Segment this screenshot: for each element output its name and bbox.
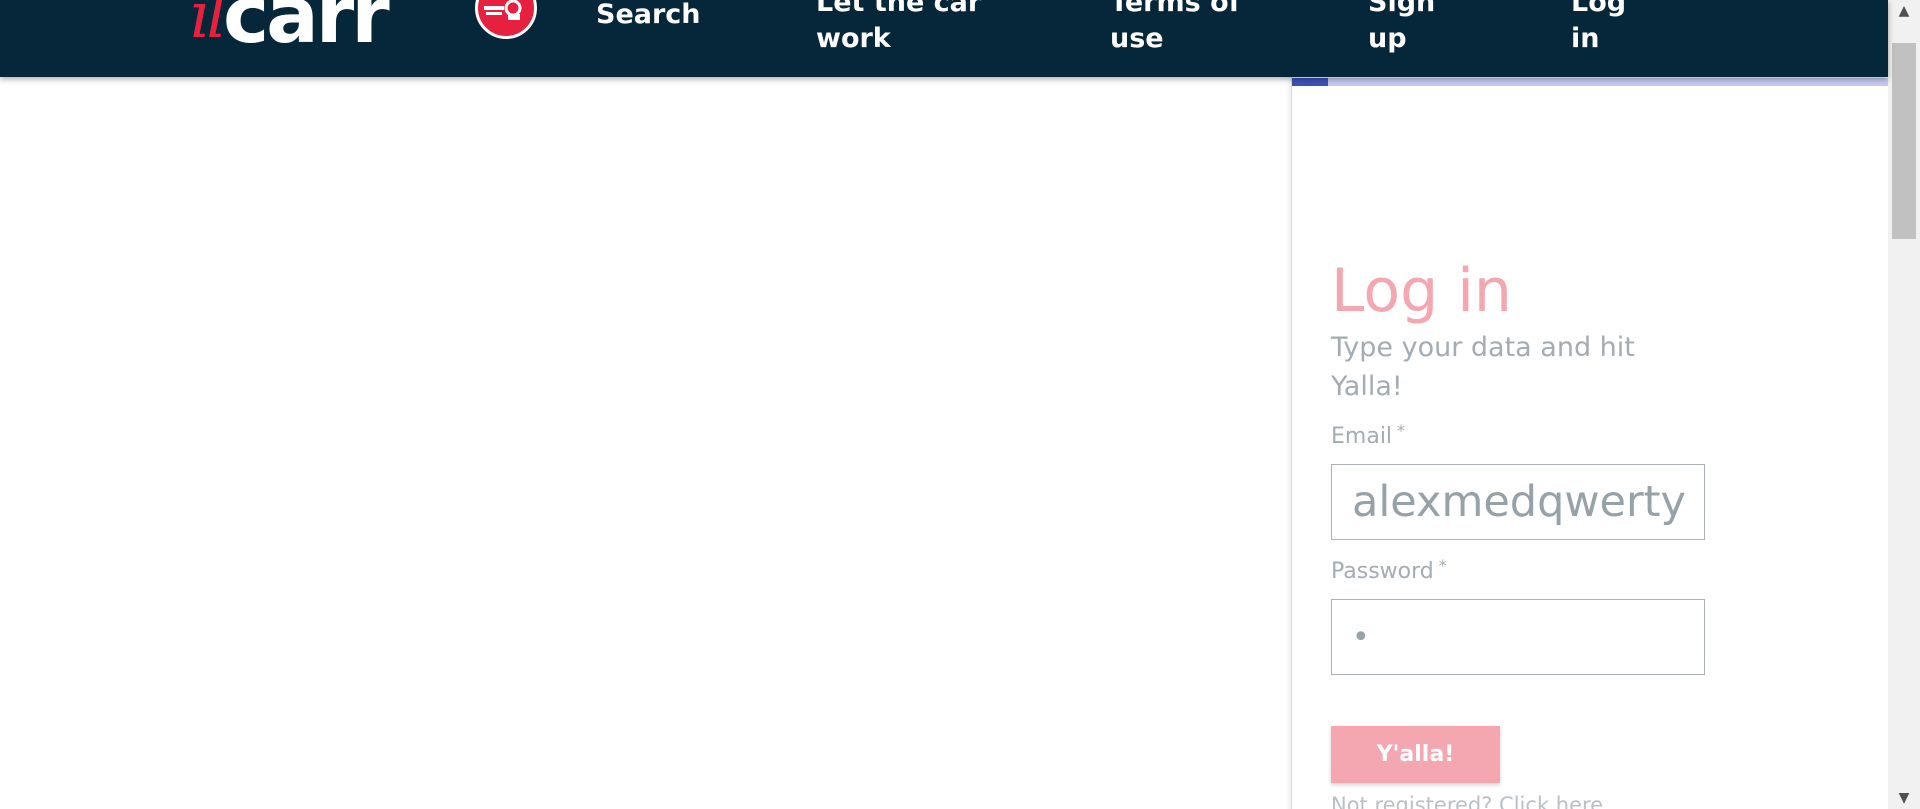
scroll-down-arrow-icon[interactable]: ▼ xyxy=(1888,787,1920,809)
nav-terms-of-use-link[interactable]: Terms of use xyxy=(1110,0,1260,57)
email-label-text: Email xyxy=(1331,424,1393,449)
login-panel: Log in Type your data and hit Yalla! Ema… xyxy=(1291,77,1889,809)
email-label: Email * xyxy=(1331,421,1406,451)
email-field[interactable] xyxy=(1331,464,1705,540)
email-required-mark: * xyxy=(1397,421,1406,440)
password-required-mark: * xyxy=(1438,556,1447,575)
password-label: Password * xyxy=(1331,556,1447,586)
page-viewport: il carr Search Let the car work Terms of… xyxy=(0,0,1920,809)
loading-progress-bar xyxy=(1292,78,1889,86)
logo-text-il: il xyxy=(190,0,227,53)
scroll-up-arrow-icon[interactable]: ▲ xyxy=(1888,0,1920,22)
password-label-text: Password xyxy=(1331,559,1434,584)
nav-search-link[interactable]: Search xyxy=(596,0,701,33)
loading-progress-fill xyxy=(1292,78,1328,86)
yalla-submit-button[interactable]: Y'alla! xyxy=(1331,726,1500,783)
login-subtitle: Type your data and hit Yalla! xyxy=(1331,332,1635,402)
nav-let-the-car-work-link[interactable]: Let the car work xyxy=(816,0,1006,57)
car-badge-icon xyxy=(475,0,537,39)
nav-sign-up-link[interactable]: Sign up xyxy=(1368,0,1458,57)
logo-text-carr: carr xyxy=(222,0,390,61)
register-link[interactable]: Not registered? Click here xyxy=(1331,793,1603,809)
page-scrollbar[interactable]: ▲ ▼ xyxy=(1888,0,1920,809)
password-field[interactable] xyxy=(1331,599,1705,675)
top-navbar: il carr Search Let the car work Terms of… xyxy=(0,0,1888,77)
scrollbar-thumb[interactable] xyxy=(1892,43,1916,239)
ilcarro-logo[interactable]: il carr xyxy=(190,0,390,61)
nav-log-in-link[interactable]: Log in xyxy=(1571,0,1661,57)
login-title: Log in xyxy=(1331,256,1512,326)
